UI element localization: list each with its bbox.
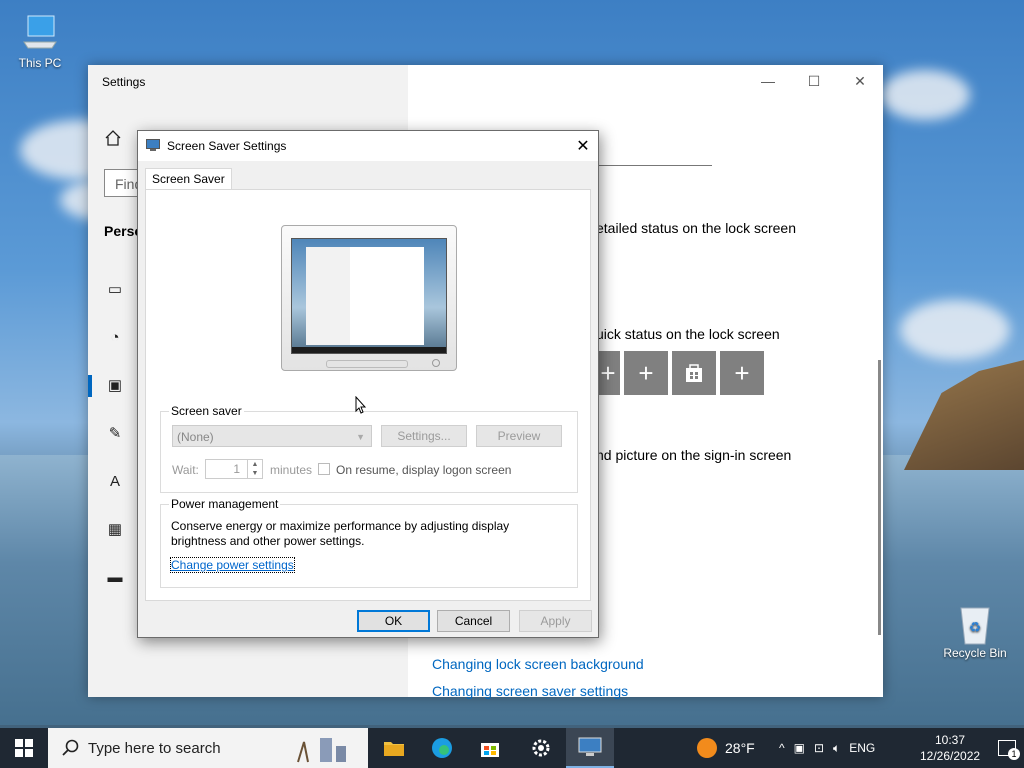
- language-indicator[interactable]: ENG: [849, 741, 875, 755]
- store-app-icon[interactable]: [672, 351, 716, 395]
- chevron-up-icon[interactable]: ^: [779, 741, 785, 755]
- search-icon: [62, 739, 80, 757]
- this-pc-icon: [20, 12, 60, 52]
- wait-label: Wait:: [172, 463, 199, 477]
- clock-date: 12/26/2022: [920, 749, 981, 763]
- monitor-preview: [281, 225, 457, 371]
- taskbar: Type here to search 28°F ^ ▣ ⊡ 🔈︎ ENG 10…: [0, 728, 1024, 768]
- power-management-group: Power management Conserve energy or maxi…: [160, 497, 578, 588]
- group-label: Power management: [169, 497, 281, 511]
- background-icon[interactable]: ▭: [104, 278, 126, 300]
- cancel-button[interactable]: Cancel: [437, 610, 510, 632]
- start-icon[interactable]: ▦: [104, 518, 126, 540]
- clock-time: 10:37: [934, 733, 966, 747]
- fonts-icon[interactable]: A: [104, 470, 126, 492]
- chevron-down-icon: ▼: [356, 432, 365, 442]
- apply-button[interactable]: Apply: [519, 610, 592, 632]
- screen-saver-taskbar-icon[interactable]: [566, 728, 614, 768]
- window-title: Settings: [102, 75, 146, 89]
- screen-saver-dialog: Screen Saver Settings ✕ Screen Saver Scr…: [137, 130, 599, 638]
- home-icon[interactable]: [104, 129, 122, 147]
- group-label: Screen saver: [169, 404, 244, 418]
- preview-button[interactable]: Preview: [476, 425, 562, 447]
- window-controls: — ☐ ✕: [745, 65, 883, 97]
- network-icon[interactable]: ⊡: [814, 741, 824, 755]
- themes-icon[interactable]: ✎: [104, 422, 126, 444]
- nav-selection-indicator: [88, 375, 92, 397]
- colors-icon[interactable]: ◔: [104, 326, 126, 348]
- power-description: Conserve energy or maximize performance …: [171, 519, 510, 548]
- selected-value: (None): [177, 430, 214, 444]
- tab-panel: Screen saver (None) ▼ Settings... Previe…: [145, 189, 591, 601]
- weather-widget[interactable]: 28°F: [697, 728, 755, 768]
- store-icon[interactable]: [466, 728, 514, 768]
- minutes-label: minutes: [270, 463, 313, 477]
- notification-center-icon[interactable]: 1: [998, 728, 1020, 768]
- wait-value: 1: [233, 462, 240, 476]
- settings-button[interactable]: Settings...: [381, 425, 467, 447]
- link-screen-saver-settings[interactable]: Changing screen saver settings: [432, 683, 628, 699]
- link-lock-screen-background[interactable]: Changing lock screen background: [432, 656, 644, 672]
- tab-screen-saver[interactable]: Screen Saver: [145, 168, 232, 189]
- minimize-icon[interactable]: —: [745, 65, 791, 97]
- volume-icon[interactable]: 🔈︎: [833, 741, 840, 756]
- edge-browser-icon[interactable]: [418, 728, 466, 768]
- taskbar-icon[interactable]: ▬: [104, 566, 126, 588]
- change-power-settings-link[interactable]: Change power settings: [170, 557, 295, 573]
- dialog-title: Screen Saver Settings: [167, 139, 287, 153]
- desktop-icon-recycle-bin[interactable]: ♻ Recycle Bin: [935, 602, 1015, 660]
- screen-saver-icon: [146, 139, 160, 151]
- resume-label: On resume, display logon screen: [336, 463, 512, 477]
- maximize-icon[interactable]: ☐: [791, 65, 837, 97]
- search-highlight-icon: [294, 732, 354, 767]
- screen-saver-select[interactable]: (None) ▼: [172, 425, 372, 447]
- windows-logo-icon: [15, 739, 33, 757]
- taskbar-search-box[interactable]: Type here to search: [48, 728, 368, 768]
- resume-checkbox[interactable]: [318, 463, 330, 475]
- desktop-icon-label: This PC: [18, 56, 62, 70]
- clock[interactable]: 10:37 12/26/2022: [920, 732, 980, 764]
- dialog-titlebar: Screen Saver Settings ✕: [138, 131, 598, 161]
- quick-status-label: uick status on the lock screen: [596, 326, 780, 342]
- system-tray: ^ ▣ ⊡ 🔈︎ ENG: [779, 728, 875, 768]
- file-explorer-icon[interactable]: [370, 728, 418, 768]
- mouse-cursor-icon: [355, 395, 367, 417]
- desktop-icon-label: Recycle Bin: [943, 646, 1007, 660]
- quick-status-add-button[interactable]: +: [720, 351, 764, 395]
- close-icon[interactable]: ✕: [568, 131, 598, 161]
- scrollbar[interactable]: [878, 360, 881, 635]
- security-icon[interactable]: ▣: [794, 741, 805, 755]
- recycle-bin-icon: ♻: [955, 602, 995, 645]
- weather-temp: 28°F: [725, 740, 755, 756]
- weather-sun-icon: [697, 738, 717, 758]
- wait-stepper[interactable]: 1 ▲ ▼: [205, 459, 263, 479]
- ok-button[interactable]: OK: [357, 610, 430, 632]
- spinner-arrows-icon[interactable]: ▲ ▼: [247, 460, 262, 478]
- screen-saver-group: Screen saver (None) ▼ Settings... Previe…: [160, 404, 578, 493]
- settings-gear-icon[interactable]: [517, 728, 565, 768]
- lock-screen-icon[interactable]: ▣: [104, 374, 126, 396]
- notification-count: 1: [1008, 748, 1020, 760]
- desktop-icon-this-pc[interactable]: This PC: [0, 12, 80, 70]
- close-icon[interactable]: ✕: [837, 65, 883, 97]
- quick-status-slot[interactable]: +: [596, 351, 620, 395]
- start-button[interactable]: [0, 728, 48, 768]
- svg-text:♻: ♻: [969, 619, 982, 635]
- detailed-status-label: etailed status on the lock screen: [596, 220, 797, 236]
- quick-status-add-button[interactable]: +: [624, 351, 668, 395]
- search-placeholder: Type here to search: [88, 740, 221, 757]
- signin-picture-label: nd picture on the sign-in screen: [596, 447, 792, 463]
